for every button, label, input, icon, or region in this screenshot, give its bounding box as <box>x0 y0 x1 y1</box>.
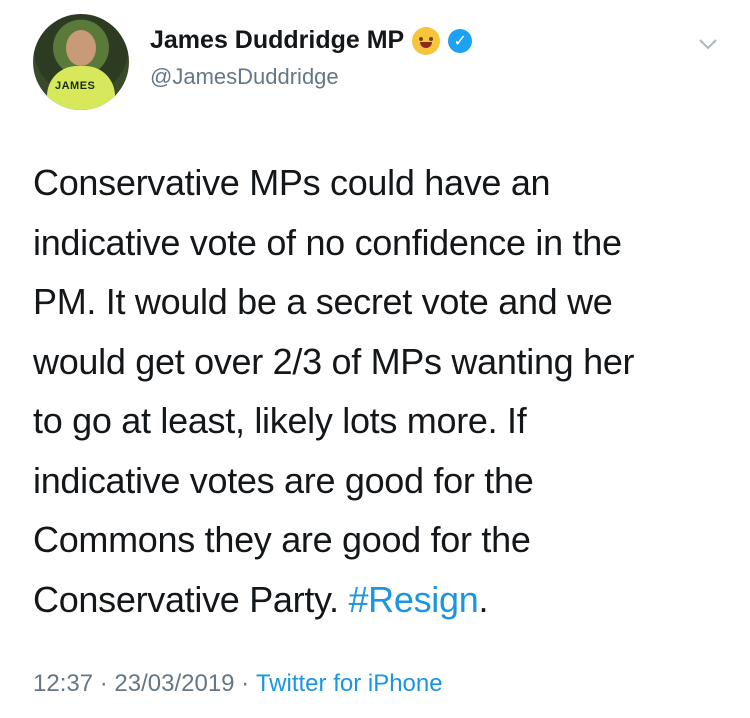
avatar-face <box>66 30 96 66</box>
meta-separator: · <box>234 670 256 697</box>
hugging-face-icon <box>412 26 441 55</box>
tweet-meta: 12:37 · 23/03/2019 · Twitter for iPhone <box>33 670 443 698</box>
tweet-line: Commons they are good for the <box>33 519 531 560</box>
tweet-text: Conservative MPs could have an indicativ… <box>33 153 723 629</box>
meta-separator: · <box>93 670 115 697</box>
verified-badge-icon: ✓ <box>448 28 473 53</box>
user-handle[interactable]: @JamesDuddridge <box>150 64 339 90</box>
tweet-line: to go at least, likely lots more. If <box>33 400 527 441</box>
tweet-date[interactable]: 23/03/2019 <box>114 670 234 698</box>
tweet-line: indicative vote of no confidence in the <box>33 221 622 263</box>
display-name[interactable]: James Duddridge MP <box>150 26 404 55</box>
tweet-line: PM. It would be a secret vote and we <box>33 281 613 322</box>
tweet-line-last: Conservative Party. #Resign. <box>33 570 723 630</box>
tweet-trailing-punctuation: . <box>478 578 489 620</box>
tweet-line: Conservative MPs could have an <box>33 162 551 203</box>
avatar-shirt-text: JAMES <box>55 80 96 92</box>
tweet-time[interactable]: 12:37 <box>33 670 93 698</box>
chevron-down-icon[interactable] <box>698 34 718 54</box>
tweet-line: would get over 2/3 of MPs wanting her <box>33 340 635 382</box>
author-name-row[interactable]: James Duddridge MP ✓ <box>150 26 473 55</box>
avatar[interactable]: JAMES <box>33 14 129 110</box>
hashtag-link[interactable]: #Resign <box>348 579 478 620</box>
tweet-line: indicative votes are good for the <box>33 459 534 501</box>
tweet-source-link[interactable]: Twitter for iPhone <box>256 670 443 698</box>
tweet-line-text: Conservative Party. <box>33 578 349 620</box>
